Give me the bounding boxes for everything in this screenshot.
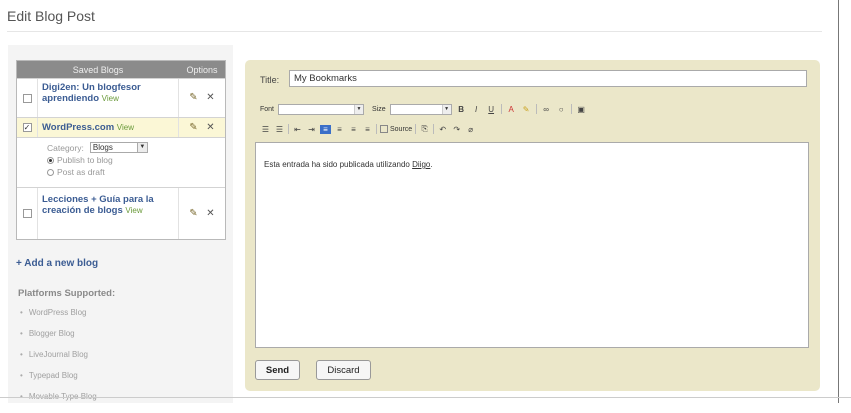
close-icon[interactable]: ✕ [206, 122, 214, 133]
table-row: ✓ WordPress.com View ✎ ✕ [17, 117, 225, 137]
header-saved-blogs: Saved Blogs [72, 64, 124, 75]
bold-icon[interactable]: B [456, 105, 467, 114]
chevron-down-icon: ▼ [441, 104, 451, 114]
image-icon[interactable]: ▣ [576, 105, 587, 114]
highlight-icon[interactable]: ✎ [521, 105, 532, 114]
category-options: Category: Blogs ▼ Publish to blog Post a… [17, 137, 225, 187]
editor-toolbar-bottom: ☰ ☰ ⇤ ⇥ ≡ ≡ ≡ ≡ Source ⎘ ↶ ↷ ⌀ [260, 122, 660, 136]
chevron-down-icon: ▼ [136, 143, 147, 152]
view-link[interactable]: View [125, 206, 142, 215]
divider [570, 104, 572, 114]
divider [376, 124, 377, 134]
view-link[interactable]: View [117, 123, 134, 132]
italic-icon[interactable]: I [471, 105, 482, 114]
title-input[interactable]: My Bookmarks [289, 70, 807, 87]
category-value: Blogs [92, 143, 113, 152]
add-blog-link[interactable]: + Add a new blog [16, 258, 98, 269]
ordered-list-icon[interactable]: ☰ [260, 125, 271, 134]
saved-blogs-table: Saved Blogs Options Digi2en: Un blogfeso… [16, 60, 226, 240]
blog-checkbox[interactable] [22, 93, 32, 103]
align-center-icon[interactable]: ≡ [334, 125, 345, 134]
header-options: Options [186, 64, 218, 75]
draft-radio[interactable] [47, 168, 54, 176]
blog-name[interactable]: WordPress.com [42, 122, 114, 133]
discard-button[interactable]: Discard [316, 360, 371, 380]
bullet-icon: • [20, 329, 23, 338]
font-select[interactable]: ▼ [278, 103, 365, 115]
table-header: Saved Blogs Options [17, 61, 225, 78]
size-label: Size [372, 105, 386, 113]
publish-radio[interactable] [47, 156, 54, 164]
align-justify-icon[interactable]: ≡ [362, 125, 373, 134]
divider [415, 124, 417, 134]
paste-icon[interactable]: ⎘ [419, 124, 430, 134]
source-button[interactable]: Source [380, 125, 412, 133]
divider [288, 124, 289, 134]
blog-name[interactable]: Digi2en: Un blogfesor aprendiendo [42, 82, 141, 104]
close-icon[interactable]: ✕ [206, 208, 214, 219]
bullet-icon: • [20, 350, 23, 359]
sidebar: Saved Blogs Options Digi2en: Un blogfeso… [8, 45, 233, 403]
body-suffix: . [430, 160, 433, 169]
blog-checkbox[interactable]: ✓ [22, 123, 32, 132]
blog-checkbox[interactable] [22, 209, 32, 218]
bullet-icon: • [20, 308, 23, 317]
body-link[interactable]: Diigo [412, 160, 430, 169]
editor-toolbar-top: Font ▼ Size ▼ B I U A ✎ ∞ ○ ▣ [260, 102, 660, 116]
category-select[interactable]: Blogs ▼ [89, 142, 148, 153]
table-row: Digi2en: Un blogfesor aprendiendo View ✎… [17, 78, 225, 117]
divider [7, 31, 822, 32]
category-label: Category: [47, 142, 84, 153]
unlink-icon[interactable]: ○ [556, 105, 567, 114]
bullet-icon: • [20, 371, 23, 380]
align-right-icon[interactable]: ≡ [348, 125, 359, 134]
undo-icon[interactable]: ↶ [437, 125, 448, 134]
divider [433, 124, 435, 134]
underline-icon[interactable]: U [486, 105, 497, 114]
draft-option-label: Post as draft [57, 167, 105, 177]
font-label: Font [260, 105, 275, 113]
redo-icon[interactable]: ↷ [451, 125, 462, 134]
body-text: Esta entrada ha sido publicada utilizand… [264, 160, 410, 169]
edit-icon[interactable]: ✎ [189, 122, 201, 133]
outdent-icon[interactable]: ⇤ [292, 125, 303, 134]
window-edge [838, 0, 839, 403]
send-button[interactable]: Send [255, 360, 300, 380]
platform-name: LiveJournal Blog [28, 350, 88, 359]
size-select[interactable]: ▼ [389, 103, 452, 115]
platforms-title: Platforms Supported: [18, 288, 116, 299]
edit-icon[interactable]: ✎ [189, 208, 201, 219]
view-link[interactable]: View [102, 94, 119, 103]
editor-panel: Title: My Bookmarks Font ▼ Size ▼ B I U … [245, 60, 820, 391]
chevron-down-icon: ▼ [354, 104, 364, 114]
align-left-icon[interactable]: ≡ [320, 124, 331, 134]
eraser-icon[interactable]: ⌀ [465, 125, 476, 134]
divider [500, 104, 502, 114]
post-body-editor[interactable]: Esta entrada ha sido publicada utilizand… [255, 142, 809, 348]
platform-name: Blogger Blog [28, 329, 75, 338]
list-item: • WordPress Blog [20, 308, 97, 329]
list-item: • Blogger Blog [20, 329, 97, 350]
source-label: Source [390, 125, 413, 133]
edit-icon[interactable]: ✎ [189, 93, 201, 103]
platform-name: WordPress Blog [28, 308, 87, 317]
indent-icon[interactable]: ⇥ [306, 125, 317, 134]
divider [0, 397, 851, 398]
list-item: • LiveJournal Blog [20, 350, 97, 371]
divider [535, 104, 537, 114]
title-label: Title: [260, 75, 280, 85]
source-icon [380, 125, 388, 133]
text-color-icon[interactable]: A [506, 105, 517, 114]
link-icon[interactable]: ∞ [541, 105, 552, 114]
table-row: Lecciones + Guía para la creación de blo… [17, 187, 225, 239]
list-item: • Typepad Blog [20, 371, 97, 392]
close-icon[interactable]: ✕ [206, 93, 214, 103]
publish-option-label: Publish to blog [57, 155, 113, 165]
platform-name: Typepad Blog [28, 371, 78, 380]
unordered-list-icon[interactable]: ☰ [274, 125, 285, 134]
page-title: Edit Blog Post [7, 8, 95, 24]
